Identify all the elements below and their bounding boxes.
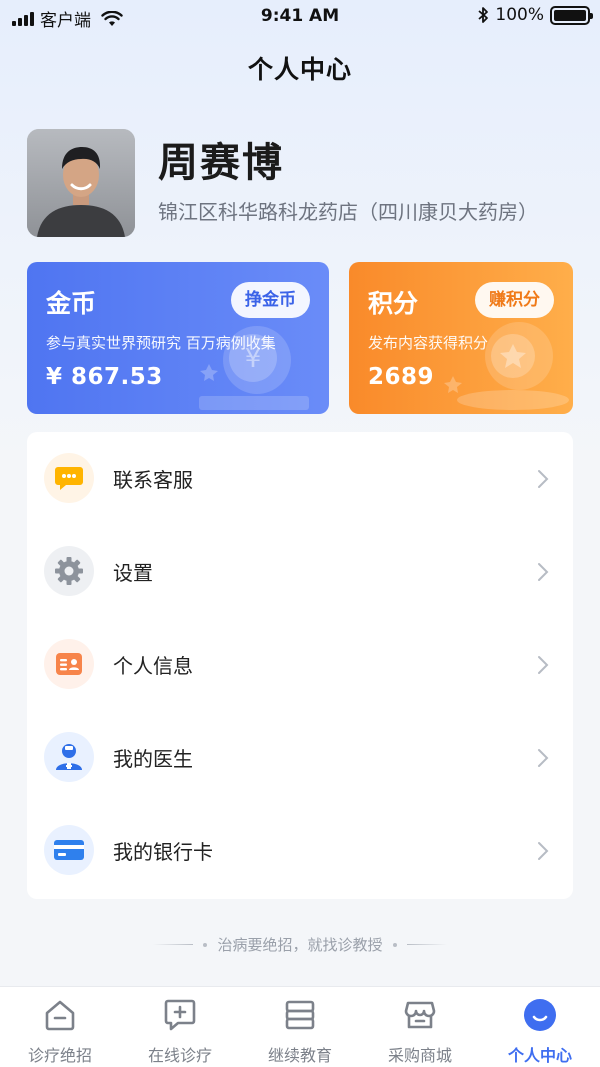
slogan-divider-left bbox=[153, 944, 194, 945]
tab-label: 个人中心 bbox=[507, 1046, 572, 1065]
page-title: 个人中心 bbox=[247, 55, 352, 84]
chevron-right-icon bbox=[538, 841, 549, 860]
slogan-dot bbox=[203, 942, 208, 947]
tab-personal-center[interactable]: 个人中心 bbox=[480, 987, 600, 1067]
gear-icon bbox=[44, 546, 94, 596]
menu-item-customer-service[interactable]: 联系客服 bbox=[27, 432, 573, 525]
points-card[interactable]: 积分 赚积分 发布内容获得积分 2689 bbox=[349, 262, 573, 414]
chevron-right-icon bbox=[538, 562, 549, 581]
points-decoration-icon bbox=[444, 322, 569, 410]
slogan-text: 治病要绝招，就找诊教授 bbox=[217, 936, 383, 954]
points-amount: 2689 bbox=[368, 364, 435, 390]
coins-amount: ¥ 867.53 bbox=[46, 364, 163, 390]
smile-icon bbox=[524, 999, 556, 1031]
menu-item-settings[interactable]: 设置 bbox=[27, 525, 573, 618]
wifi-icon bbox=[101, 10, 123, 26]
menu-item-label: 我的银行卡 bbox=[113, 840, 213, 864]
chat-plus-icon bbox=[164, 999, 196, 1031]
slogan-divider-right bbox=[406, 944, 447, 945]
status-right: 100% bbox=[477, 5, 593, 25]
menu-item-label: 个人信息 bbox=[113, 654, 193, 678]
avatar[interactable] bbox=[27, 129, 135, 237]
tab-procurement-mall[interactable]: 采购商城 bbox=[360, 987, 480, 1067]
chevron-right-icon bbox=[538, 748, 549, 767]
points-title: 积分 bbox=[368, 289, 419, 318]
coin-decoration-icon: ¥ bbox=[199, 326, 309, 410]
chat-bubble-icon bbox=[44, 453, 94, 503]
doctor-icon bbox=[44, 732, 94, 782]
menu-item-personal-info[interactable]: 个人信息 bbox=[27, 618, 573, 711]
slogan: 治病要绝招，就找诊教授 bbox=[0, 934, 600, 955]
status-left: 客户端 bbox=[12, 6, 123, 31]
menu-list: 联系客服 设置 个人信息 我的医生 我的银行卡 bbox=[27, 432, 573, 899]
battery-icon bbox=[550, 5, 593, 25]
chevron-right-icon bbox=[538, 469, 549, 488]
tab-continuing-education[interactable]: 继续教育 bbox=[240, 987, 360, 1067]
tab-diagnosis-tips[interactable]: 诊疗绝招 bbox=[0, 987, 120, 1067]
user-store: 锦江区科华路科龙药店（四川康贝大药房） bbox=[158, 200, 538, 224]
coins-description: 参与真实世界预研究 百万病例收集 bbox=[46, 334, 276, 352]
carrier-label: 客户端 bbox=[40, 11, 91, 31]
books-icon bbox=[285, 1000, 315, 1030]
signal-icon bbox=[12, 11, 34, 26]
coins-title: 金币 bbox=[46, 289, 97, 318]
tab-online-consultation[interactable]: 在线诊疗 bbox=[120, 987, 240, 1067]
tab-label: 继续教育 bbox=[267, 1046, 332, 1065]
tab-label: 采购商城 bbox=[387, 1046, 452, 1065]
id-card-icon bbox=[44, 639, 94, 689]
earn-coins-button[interactable]: 挣金币 bbox=[231, 282, 310, 318]
store-icon bbox=[404, 1001, 436, 1029]
bluetooth-icon bbox=[478, 7, 489, 23]
user-name: 周赛博 bbox=[158, 140, 284, 186]
menu-item-label: 设置 bbox=[113, 561, 153, 585]
status-bar: 客户端 9:41 AM 100% bbox=[0, 0, 600, 34]
tab-bar: 诊疗绝招 在线诊疗 继续教育 采购商城 个人中心 bbox=[0, 986, 600, 1067]
house-icon bbox=[45, 1000, 75, 1031]
avatar-photo bbox=[27, 129, 135, 237]
coins-card[interactable]: ¥ 金币 挣金币 参与真实世界预研究 百万病例收集 ¥ 867.53 bbox=[27, 262, 329, 414]
menu-item-bank-card[interactable]: 我的银行卡 bbox=[27, 804, 573, 897]
tab-label: 诊疗绝招 bbox=[27, 1046, 92, 1065]
chevron-right-icon bbox=[538, 655, 549, 674]
menu-item-label: 联系客服 bbox=[113, 468, 193, 492]
points-description: 发布内容获得积分 bbox=[368, 334, 489, 352]
menu-item-label: 我的医生 bbox=[113, 747, 193, 771]
bank-card-icon bbox=[44, 825, 94, 875]
slogan-dot bbox=[392, 942, 397, 947]
earn-points-button[interactable]: 赚积分 bbox=[475, 282, 554, 318]
tab-label: 在线诊疗 bbox=[147, 1046, 212, 1065]
battery-percent: 100% bbox=[495, 5, 544, 25]
menu-item-my-doctor[interactable]: 我的医生 bbox=[27, 711, 573, 804]
